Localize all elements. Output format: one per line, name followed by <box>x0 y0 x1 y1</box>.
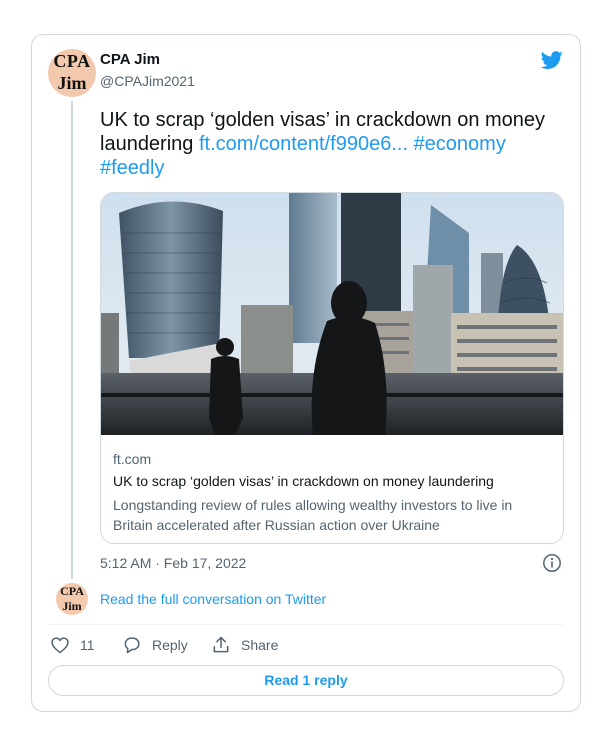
embedded-tweet-card: CPA Jim CPA Jim @CPAJim2021 UK to scrap … <box>31 34 581 712</box>
info-icon[interactable] <box>542 553 562 573</box>
link-preview-domain: ft.com <box>113 451 152 467</box>
read-replies-button[interactable]: Read 1 reply <box>48 665 564 696</box>
tweet-timestamp[interactable]: 5:12 AM · Feb 17, 2022 <box>100 555 246 571</box>
reply-label: Reply <box>152 637 188 653</box>
link-preview-meta: ft.com UK to scrap ‘golden visas’ in cra… <box>113 450 553 535</box>
link-preview-title: UK to scrap ‘golden visas’ in crackdown … <box>113 473 494 489</box>
link-preview-card[interactable]: ft.com UK to scrap ‘golden visas’ in cra… <box>100 192 564 544</box>
link-preview-image <box>101 193 563 435</box>
author-handle[interactable]: @CPAJim2021 <box>100 73 195 89</box>
tweet-link[interactable]: ft.com/content/f990e6... <box>199 133 408 155</box>
hashtag-economy[interactable]: #economy <box>414 133 506 155</box>
reply-button[interactable]: Reply <box>122 633 188 657</box>
avatar-small-text-line1: CPA <box>60 584 84 598</box>
share-label: Share <box>241 637 279 653</box>
like-count: 11 <box>80 637 95 653</box>
twitter-bird-icon[interactable] <box>540 49 564 71</box>
tweet-text: UK to scrap ‘golden visas’ in crackdown … <box>100 108 560 180</box>
author-name[interactable]: CPA Jim <box>100 51 160 68</box>
share-button[interactable]: Share <box>211 633 278 657</box>
hashtag-feedly[interactable]: #feedly <box>100 157 165 179</box>
avatar-text-line2: Jim <box>57 73 87 93</box>
avatar-small-text-line2: Jim <box>62 599 82 613</box>
heart-icon <box>51 637 69 654</box>
author-avatar-small[interactable]: CPA Jim <box>56 583 88 615</box>
reply-bubble-icon <box>124 637 140 654</box>
share-icon <box>213 636 229 653</box>
avatar-text-line1: CPA <box>53 51 91 71</box>
divider <box>48 624 564 625</box>
like-button[interactable]: 11 <box>50 633 95 657</box>
thread-line <box>71 101 73 579</box>
read-full-conversation-link[interactable]: Read the full conversation on Twitter <box>100 591 326 607</box>
link-preview-description: Longstanding review of rules allowing we… <box>113 497 513 533</box>
author-avatar[interactable]: CPA Jim <box>48 49 96 97</box>
